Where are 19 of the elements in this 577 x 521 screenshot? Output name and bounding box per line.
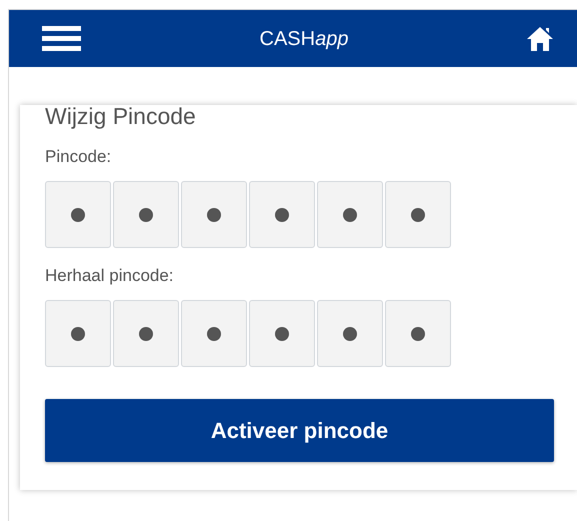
pin-digit-field[interactable] (385, 300, 451, 367)
field-label: Herhaal pincode: (45, 266, 175, 286)
card-title: Wijzig Pincode (45, 103, 197, 129)
home-icon[interactable] (526, 26, 553, 51)
pin-digit-field[interactable] (385, 181, 451, 248)
pin-digit-field[interactable] (181, 300, 247, 367)
pin-digit-field[interactable] (317, 300, 383, 367)
pin-digit-field[interactable] (45, 181, 111, 248)
pin-digit-field[interactable] (249, 181, 315, 248)
activate-pin-button[interactable]: Activeer pincode (45, 399, 554, 462)
field-label: Pincode: (45, 147, 112, 167)
pin-digit-field[interactable] (113, 181, 179, 248)
pin-digit-field[interactable] (249, 300, 315, 367)
menu-icon[interactable] (42, 26, 81, 51)
pin-digit-field[interactable] (45, 300, 111, 367)
pin-digit-field[interactable] (317, 181, 383, 248)
app-title: CASHapp (260, 26, 348, 52)
pin-digit-field[interactable] (181, 181, 247, 248)
pin-digit-field[interactable] (113, 300, 179, 367)
